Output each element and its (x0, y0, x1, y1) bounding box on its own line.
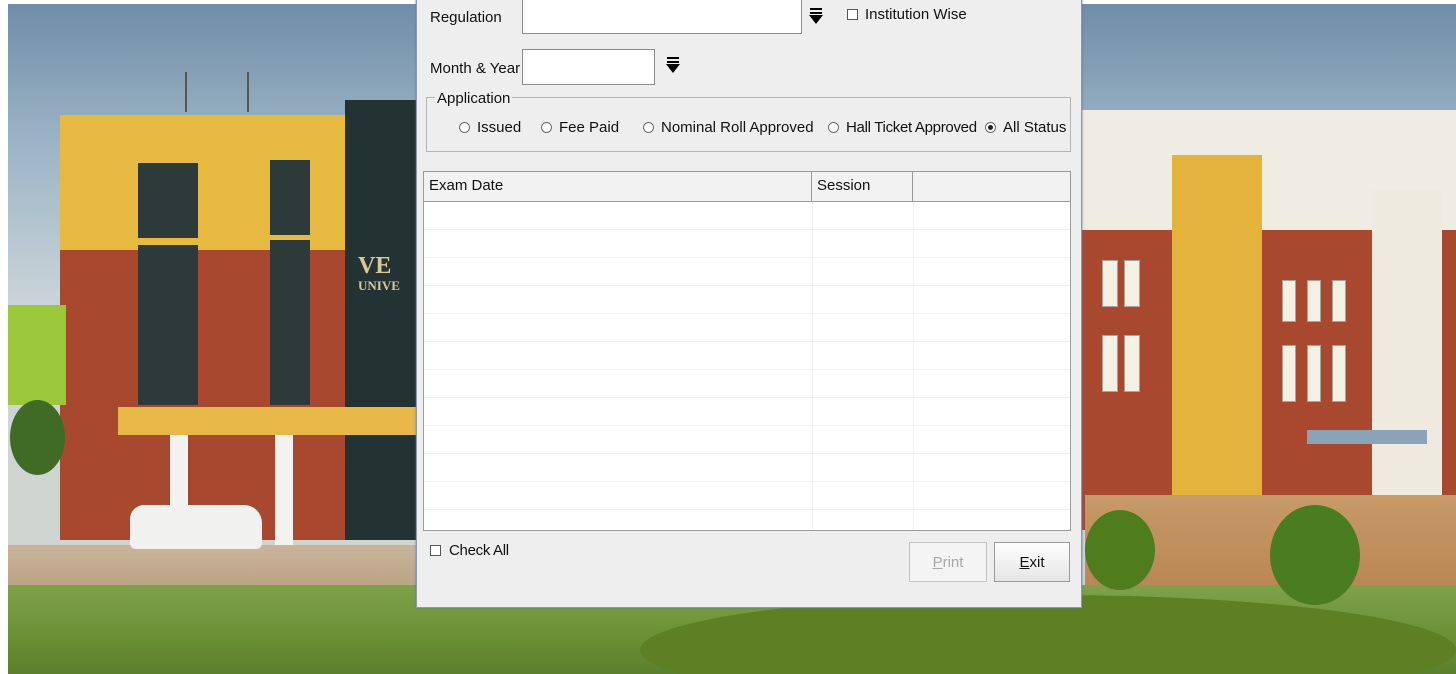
radio-hall-ticket-approved-label: Hall Ticket Approved (846, 119, 977, 136)
table-row[interactable] (424, 398, 1070, 426)
green-building (8, 305, 66, 405)
month-year-label: Month & Year (430, 60, 521, 77)
building-sign-line1: VE (358, 253, 392, 279)
tree-right-2 (1270, 505, 1360, 605)
institution-wise-label: Institution Wise (865, 6, 967, 23)
radio-hall-ticket-approved[interactable] (828, 122, 839, 133)
white-car (130, 505, 262, 549)
frame-edge-left (0, 0, 8, 674)
building-sign-line2: UNIVE (358, 278, 400, 293)
radio-issued[interactable] (459, 122, 470, 133)
print-label-rest: rint (942, 553, 964, 571)
table-row[interactable] (424, 230, 1070, 258)
exam-date-table[interactable]: Exam Date Session (423, 171, 1071, 531)
table-row[interactable] (424, 454, 1070, 482)
radio-nominal-roll-approved-label: Nominal Roll Approved (661, 119, 814, 136)
column-header-session[interactable]: Session (812, 172, 913, 201)
exit-label-rest: xit (1029, 553, 1045, 571)
check-all-label: Check All (449, 542, 509, 559)
table-header: Exam Date Session (424, 172, 1070, 202)
exit-button[interactable]: Exit (994, 542, 1070, 582)
table-row[interactable] (424, 258, 1070, 286)
month-year-combo-field[interactable] (522, 49, 655, 85)
regulation-combo-field[interactable] (522, 0, 802, 34)
application-group-title: Application (435, 90, 513, 107)
table-row[interactable] (424, 314, 1070, 342)
table-row[interactable] (424, 482, 1070, 510)
institution-wise-checkbox[interactable] (847, 9, 858, 20)
left-building: VE UNIVE (60, 95, 420, 565)
radio-all-status-label: All Status (1003, 119, 1067, 136)
table-row[interactable] (424, 426, 1070, 454)
exam-selection-dialog: Regulation Institution Wise Month & Year… (416, 0, 1082, 608)
radio-nominal-roll-approved[interactable] (643, 122, 654, 133)
print-button[interactable]: Print (909, 542, 987, 582)
month-year-dropdown-button[interactable] (662, 54, 684, 76)
column-header-blank[interactable] (913, 172, 1070, 201)
column-header-exam-date[interactable]: Exam Date (424, 172, 812, 201)
antenna-tower (185, 72, 249, 112)
right-building (1082, 100, 1456, 530)
table-row[interactable] (424, 342, 1070, 370)
exit-mnemonic: E (1019, 553, 1030, 571)
table-row[interactable] (424, 202, 1070, 230)
table-row[interactable] (424, 286, 1070, 314)
tree-right-1 (1085, 510, 1155, 590)
radio-issued-label: Issued (477, 119, 522, 136)
table-row[interactable] (424, 370, 1070, 398)
tree-left (10, 400, 65, 475)
radio-all-status[interactable] (985, 122, 996, 133)
regulation-label: Regulation (430, 9, 502, 26)
dropdown-arrow-icon (665, 56, 681, 74)
radio-fee-paid[interactable] (541, 122, 552, 133)
radio-fee-paid-label: Fee Paid (559, 119, 620, 136)
print-mnemonic: P (932, 553, 943, 571)
check-all-checkbox[interactable] (430, 545, 441, 556)
dropdown-arrow-icon (808, 7, 824, 25)
regulation-dropdown-button[interactable] (805, 5, 827, 27)
